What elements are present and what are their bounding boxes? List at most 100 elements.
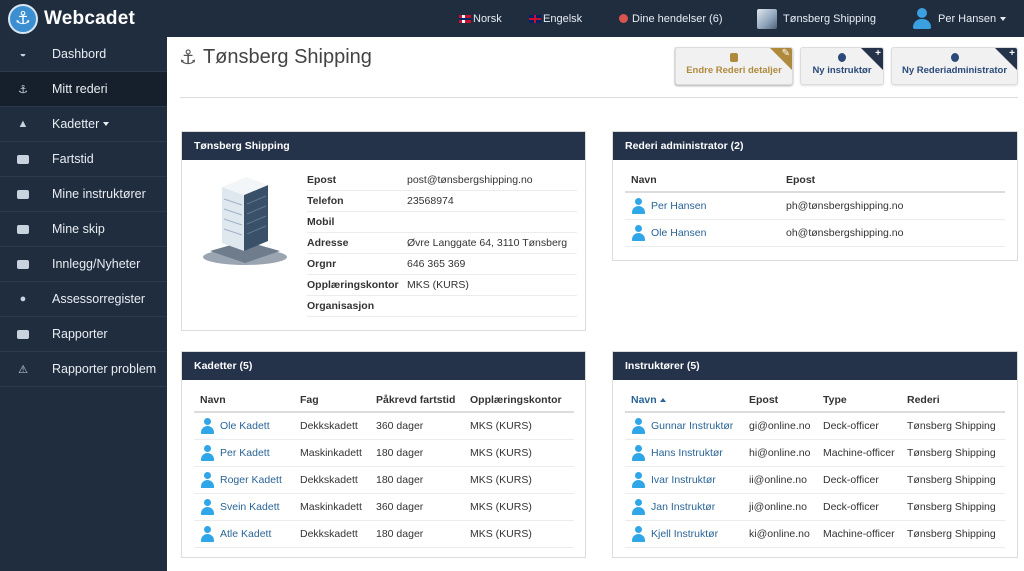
new-admin-button[interactable]: + Ny Rederiadministrator bbox=[891, 47, 1018, 85]
person-icon bbox=[631, 471, 645, 488]
kontor-cell: MKS (KURS) bbox=[464, 466, 574, 494]
tid-cell: 180 dager bbox=[370, 520, 464, 548]
instructor-name-link[interactable]: Kjell Instruktør bbox=[651, 527, 718, 539]
field-value: 23568974 bbox=[407, 195, 454, 207]
company-mobile-row: Mobil bbox=[307, 212, 577, 233]
name-cell: Kjell Instruktør bbox=[625, 520, 743, 548]
new-admin-label: Ny Rederiadministrator bbox=[901, 65, 1008, 76]
instructor-name-link[interactable]: Jan Instruktør bbox=[651, 500, 715, 512]
company-details-panel: Tønsberg Shipping Epost post@tønsbergshi… bbox=[181, 131, 586, 331]
name-cell: Roger Kadett bbox=[194, 466, 294, 494]
edit-company-label: Endre Rederi detaljer bbox=[686, 65, 782, 76]
lang-norsk-link[interactable]: Norsk bbox=[459, 0, 502, 37]
admin-name-link[interactable]: Ole Hansen bbox=[651, 226, 706, 238]
email-cell: ph@tønsbergshipping.no bbox=[780, 192, 1005, 220]
column-header[interactable]: Type bbox=[817, 388, 901, 413]
graduation-cap-icon: ▲ bbox=[17, 118, 29, 130]
instructor-name-link[interactable]: Hans Instruktør bbox=[651, 446, 723, 458]
admin-panel-title: Rederi administrator (2) bbox=[613, 132, 1017, 160]
lang-engelsk-link[interactable]: Engelsk bbox=[529, 0, 582, 37]
kontor-cell: MKS (KURS) bbox=[464, 439, 574, 467]
instructors-panel-title: Instruktører (5) bbox=[613, 352, 1017, 380]
top-navbar: ⚓ Webcadet Norsk Engelsk Dine hendelser … bbox=[0, 0, 1024, 37]
sidebar-item-mine-skip[interactable]: Mine skip bbox=[0, 212, 167, 247]
table-row: Svein Kadett Maskinkadett 360 dager MKS … bbox=[194, 493, 574, 521]
sidebar-item-mitt-rederi[interactable]: ⚓ Mitt rederi bbox=[0, 72, 167, 107]
table-row: Per Kadett Maskinkadett 180 dager MKS (K… bbox=[194, 439, 574, 467]
person-icon bbox=[631, 444, 645, 461]
sidebar-item-assessorregister[interactable]: ● Assessorregister bbox=[0, 282, 167, 317]
table-row: Gunnar Instruktør gi@online.no Deck-offi… bbox=[625, 412, 1005, 440]
name-cell: Atle Kadett bbox=[194, 520, 294, 548]
table-row: Jan Instruktør ji@online.no Deck-officer… bbox=[625, 493, 1005, 521]
email-cell: gi@online.no bbox=[743, 412, 817, 440]
cadet-name-link[interactable]: Per Kadett bbox=[220, 446, 270, 458]
field-value: 646 365 369 bbox=[407, 258, 466, 270]
email-cell: ii@online.no bbox=[743, 466, 817, 494]
sidebar-item-fartstid[interactable]: Fartstid bbox=[0, 142, 167, 177]
rederi-cell: Tønsberg Shipping bbox=[901, 439, 1005, 467]
rederi-cell: Tønsberg Shipping bbox=[901, 520, 1005, 548]
brand[interactable]: ⚓ Webcadet bbox=[8, 2, 135, 35]
column-header[interactable]: Rederi bbox=[901, 388, 1005, 413]
name-cell: Jan Instruktør bbox=[625, 493, 743, 521]
sidebar-item-dashbord[interactable]: ◒ Dashbord bbox=[0, 37, 167, 72]
building-icon bbox=[203, 177, 287, 265]
company-link[interactable]: Tønsberg Shipping bbox=[757, 0, 876, 37]
name-cell: Ole Hansen bbox=[625, 219, 780, 247]
company-label: Tønsberg Shipping bbox=[783, 12, 876, 25]
events-link[interactable]: Dine hendelser (6) bbox=[619, 0, 723, 37]
company-address-row: Adresse Øvre Langgate 64, 3110 Tønsberg bbox=[307, 233, 577, 254]
instructor-name-link[interactable]: Gunnar Instruktør bbox=[651, 420, 733, 432]
building-icon bbox=[757, 8, 777, 29]
sidebar-item-rapporter-problem[interactable]: ⚠ Rapporter problem bbox=[0, 352, 167, 387]
cadet-name-link[interactable]: Svein Kadett bbox=[220, 500, 280, 512]
globe-icon bbox=[619, 14, 628, 23]
cadet-name-link[interactable]: Ole Kadett bbox=[220, 420, 270, 432]
column-header[interactable]: Fag bbox=[294, 388, 370, 413]
admin-name-link[interactable]: Per Hansen bbox=[651, 200, 706, 212]
sidebar-item-label: Assessorregister bbox=[52, 292, 146, 306]
sidebar-item-rapporter[interactable]: Rapporter bbox=[0, 317, 167, 352]
page-title-text: Tønsberg Shipping bbox=[202, 46, 372, 68]
sidebar-item-label: Rapporter problem bbox=[52, 362, 157, 376]
user-name: Per Hansen bbox=[938, 12, 997, 25]
column-header[interactable]: Opplæringskontor bbox=[464, 388, 574, 413]
newspaper-icon bbox=[16, 258, 30, 270]
type-cell: Machine-officer bbox=[817, 439, 901, 467]
sidebar-item-label: Innlegg/Nyheter bbox=[52, 257, 141, 271]
sidebar-item-kadetter[interactable]: ▲ Kadetter bbox=[0, 107, 167, 142]
table-row: Ole Kadett Dekkskadett 360 dager MKS (KU… bbox=[194, 412, 574, 440]
warning-icon: ⚠ bbox=[18, 363, 28, 376]
company-orgnr-row: Orgnr 646 365 369 bbox=[307, 254, 577, 275]
fag-cell: Maskinkadett bbox=[294, 439, 370, 467]
new-instructor-button[interactable]: + Ny instruktør bbox=[800, 47, 884, 85]
user-menu[interactable]: Per Hansen bbox=[912, 0, 1007, 37]
lang-norsk-label: Norsk bbox=[473, 12, 502, 25]
cadet-name-link[interactable]: Roger Kadett bbox=[220, 473, 282, 485]
column-header[interactable]: Navn bbox=[625, 168, 780, 193]
column-header[interactable]: Påkrevd fartstid bbox=[370, 388, 464, 413]
fag-cell: Maskinkadett bbox=[294, 493, 370, 521]
column-header[interactable]: Epost bbox=[780, 168, 1005, 193]
column-header[interactable]: Epost bbox=[743, 388, 817, 413]
user-icon bbox=[950, 53, 959, 62]
edit-company-button-top[interactable]: ✎ Endre Rederi detaljer bbox=[675, 47, 793, 85]
cadet-name-link[interactable]: Atle Kadett bbox=[220, 527, 271, 539]
book-icon bbox=[16, 328, 30, 340]
ship-icon bbox=[16, 153, 30, 165]
table-row: Ole Hansen oh@tønsbergshipping.no bbox=[625, 219, 1005, 247]
person-icon bbox=[200, 525, 214, 542]
instructor-name-link[interactable]: Ivar Instruktør bbox=[651, 473, 716, 485]
sortable-column-header[interactable]: Navn bbox=[625, 388, 743, 413]
email-cell: ki@online.no bbox=[743, 520, 817, 548]
rederi-cell: Tønsberg Shipping bbox=[901, 466, 1005, 494]
person-icon bbox=[200, 471, 214, 488]
sidebar-item-innlegg-nyheter[interactable]: Innlegg/Nyheter bbox=[0, 247, 167, 282]
column-header[interactable]: Navn bbox=[194, 388, 294, 413]
sidebar-item-mine-instruktorer[interactable]: Mine instruktører bbox=[0, 177, 167, 212]
rederi-cell: Tønsberg Shipping bbox=[901, 493, 1005, 521]
field-value: MKS (KURS) bbox=[407, 279, 469, 291]
sidebar-item-label: Dashbord bbox=[52, 47, 107, 61]
column-header-label: Navn bbox=[631, 393, 657, 406]
